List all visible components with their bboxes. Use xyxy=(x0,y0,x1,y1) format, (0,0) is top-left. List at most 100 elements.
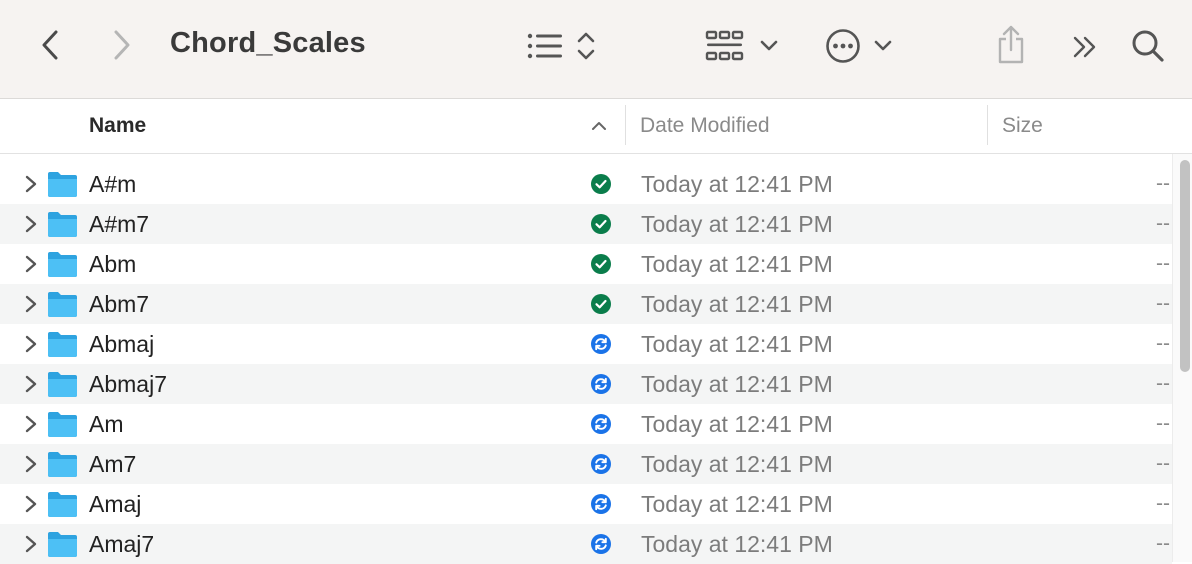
chevron-down-icon xyxy=(874,40,892,51)
file-size: -- xyxy=(1156,252,1170,275)
syncing-icon xyxy=(591,414,611,434)
disclosure-chevron-icon[interactable] xyxy=(24,374,38,394)
list-item[interactable]: Abm Today at 12:41 PM -- xyxy=(0,244,1172,284)
file-name: Abm7 xyxy=(89,291,150,317)
file-name: A#m7 xyxy=(89,211,150,237)
file-name: Amaj xyxy=(89,491,142,517)
file-name: Abm xyxy=(89,251,137,277)
group-button[interactable] xyxy=(702,26,782,66)
date-modified: Today at 12:41 PM xyxy=(641,291,833,317)
double-chevron-icon xyxy=(1073,36,1096,58)
folder-icon xyxy=(48,252,77,277)
synced-check-icon xyxy=(591,294,611,314)
file-name: Am7 xyxy=(89,451,137,477)
up-down-chevron-icon xyxy=(577,32,595,60)
folder-icon xyxy=(48,372,77,397)
folder-icon xyxy=(48,492,77,517)
list-item[interactable]: A#m7 Today at 12:41 PM -- xyxy=(0,204,1172,244)
disclosure-chevron-icon[interactable] xyxy=(24,214,38,234)
share-icon xyxy=(998,25,1024,64)
folder-icon xyxy=(48,412,77,437)
date-modified: Today at 12:41 PM xyxy=(641,331,833,357)
file-name: A#m xyxy=(89,171,137,197)
disclosure-chevron-icon[interactable] xyxy=(24,454,38,474)
date-modified: Today at 12:41 PM xyxy=(641,371,833,397)
list-item[interactable]: Am Today at 12:41 PM -- xyxy=(0,404,1172,444)
syncing-icon xyxy=(591,454,611,474)
syncing-icon xyxy=(591,534,611,554)
list-item[interactable]: Abm7 Today at 12:41 PM -- xyxy=(0,284,1172,324)
list-item[interactable]: Amaj Today at 12:41 PM -- xyxy=(0,484,1172,524)
synced-check-icon xyxy=(591,254,611,274)
name-column-header[interactable]: Name xyxy=(89,99,619,153)
syncing-icon xyxy=(591,494,611,514)
list-item[interactable]: Amaj7 Today at 12:41 PM -- xyxy=(0,524,1172,564)
folder-icon xyxy=(48,212,77,237)
list-item[interactable]: A#m Today at 12:41 PM -- xyxy=(0,164,1172,204)
file-name: Amaj7 xyxy=(89,531,155,557)
more-toolbar-button[interactable] xyxy=(1068,30,1102,64)
share-button[interactable] xyxy=(992,22,1030,66)
file-size: -- xyxy=(1156,452,1170,475)
file-size: -- xyxy=(1156,372,1170,395)
toolbar: Chord_Scales xyxy=(0,0,1192,99)
disclosure-chevron-icon[interactable] xyxy=(24,174,38,194)
disclosure-chevron-icon[interactable] xyxy=(24,494,38,514)
disclosure-chevron-icon[interactable] xyxy=(24,414,38,434)
list-item[interactable]: Abmaj Today at 12:41 PM -- xyxy=(0,324,1172,364)
folder-icon xyxy=(48,532,77,557)
ellipsis-circle-icon xyxy=(826,29,860,63)
file-name: Abmaj7 xyxy=(89,371,167,397)
date-modified: Today at 12:41 PM xyxy=(641,411,833,437)
syncing-icon xyxy=(591,334,611,354)
synced-check-icon xyxy=(591,214,611,234)
disclosure-chevron-icon[interactable] xyxy=(24,294,38,314)
back-button[interactable] xyxy=(34,28,66,62)
action-button[interactable] xyxy=(822,26,896,66)
date-modified-column-header[interactable]: Date Modified xyxy=(640,99,980,153)
folder-icon xyxy=(48,172,77,197)
name-column-label: Name xyxy=(89,114,147,137)
forward-button[interactable] xyxy=(106,28,138,62)
list-icon xyxy=(527,33,562,59)
disclosure-chevron-icon[interactable] xyxy=(24,334,38,354)
column-header: Name Date Modified Size xyxy=(0,99,1192,154)
date-modified-column-label: Date Modified xyxy=(640,114,770,137)
file-size: -- xyxy=(1156,412,1170,435)
view-options-button[interactable] xyxy=(524,26,600,66)
folder-icon xyxy=(48,452,77,477)
file-size: -- xyxy=(1156,492,1170,515)
list-item[interactable]: Abmaj7 Today at 12:41 PM -- xyxy=(0,364,1172,404)
file-list: A#m Today at 12:41 PM -- A#m7 Today at 1… xyxy=(0,164,1172,564)
size-column-header[interactable]: Size xyxy=(1002,99,1172,153)
syncing-icon xyxy=(591,374,611,394)
disclosure-chevron-icon[interactable] xyxy=(24,254,38,274)
file-size: -- xyxy=(1156,212,1170,235)
folder-icon xyxy=(48,332,77,357)
sort-ascending-icon xyxy=(592,122,606,130)
date-modified: Today at 12:41 PM xyxy=(641,251,833,277)
date-modified: Today at 12:41 PM xyxy=(641,211,833,237)
grid-icon xyxy=(705,30,744,61)
chevron-down-icon xyxy=(760,40,778,51)
magnifier-icon xyxy=(1132,30,1164,62)
size-column-label: Size xyxy=(1002,114,1043,137)
column-divider[interactable] xyxy=(987,105,988,145)
disclosure-chevron-icon[interactable] xyxy=(24,534,38,554)
scrollbar-thumb[interactable] xyxy=(1180,160,1190,372)
chevron-left-icon xyxy=(42,30,58,60)
date-modified: Today at 12:41 PM xyxy=(641,531,833,557)
file-name: Am xyxy=(89,411,124,437)
chevron-right-icon xyxy=(114,30,130,60)
synced-check-icon xyxy=(591,174,611,194)
date-modified: Today at 12:41 PM xyxy=(641,491,833,517)
file-size: -- xyxy=(1156,292,1170,315)
search-button[interactable] xyxy=(1128,26,1168,66)
file-size: -- xyxy=(1156,332,1170,355)
column-divider[interactable] xyxy=(625,105,626,145)
list-item[interactable]: Am7 Today at 12:41 PM -- xyxy=(0,444,1172,484)
folder-icon xyxy=(48,292,77,317)
file-name: Abmaj xyxy=(89,331,155,357)
window-title: Chord_Scales xyxy=(170,27,366,59)
date-modified: Today at 12:41 PM xyxy=(641,451,833,477)
